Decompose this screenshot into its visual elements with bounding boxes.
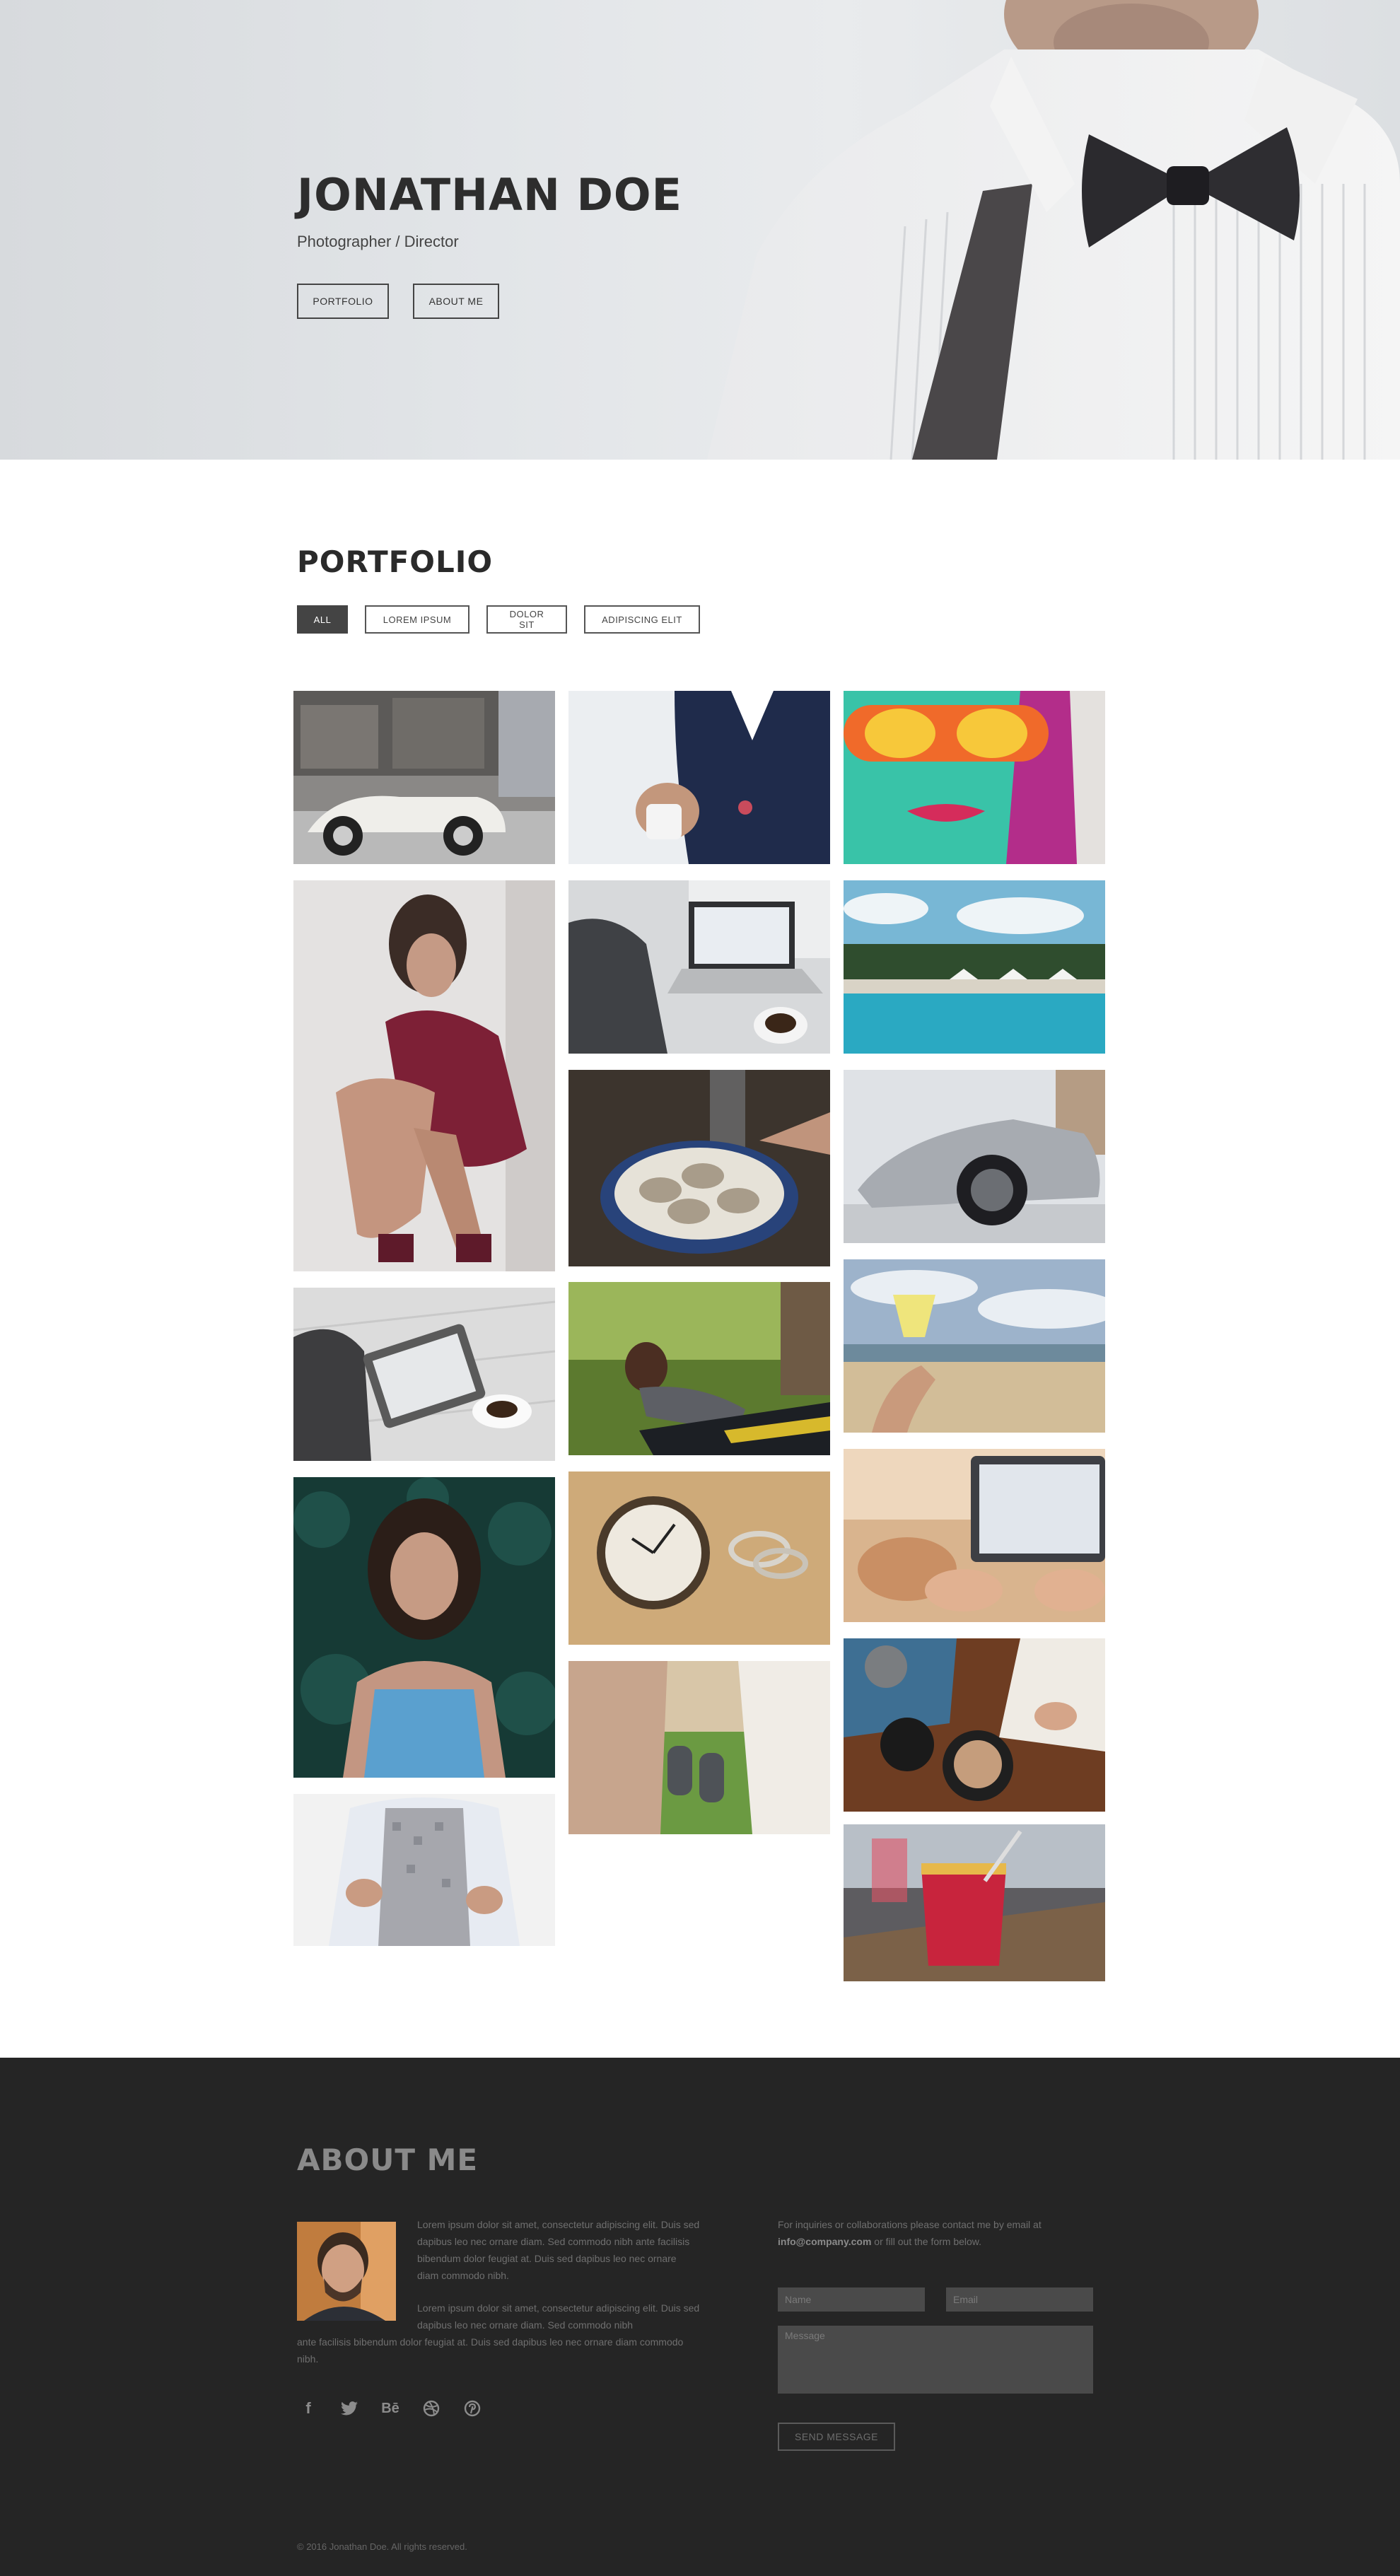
gallery-item-breakfast-table[interactable] [844,1638,1105,1812]
gallery-item-graffiti[interactable] [844,691,1105,864]
gallery-item-baby-shoes[interactable] [568,1661,830,1834]
filter-dolor-sit[interactable]: DOLOR SIT [486,605,567,634]
hero-buttons: PORTFOLIO ABOUT ME [297,284,499,319]
about-title: ABOUT ME [297,2143,479,2177]
about-paragraph-1: Lorem ipsum dolor sit amet, consectetur … [417,2219,700,2281]
gallery-item-man-vest[interactable] [293,1794,555,1946]
message-field[interactable] [778,2326,1093,2394]
hero-name: JONATHAN DOE [297,169,682,221]
gallery-item-woman-leaves[interactable] [293,1477,555,1778]
portfolio-filters: ALL LOREM IPSUM DOLOR SIT ADIPISCING ELI… [297,605,700,634]
contact-text-prefix: For inquiries or collaborations please c… [778,2219,1042,2230]
portfolio-button[interactable]: PORTFOLIO [297,284,389,319]
social-links: f Bē [297,2397,484,2420]
footer-section [0,2058,1400,2576]
hero-photo [707,0,1400,460]
gallery-item-laptop[interactable] [568,880,830,1054]
gallery-item-tablet-coffee[interactable] [293,1288,555,1461]
gallery-item-beach-drink[interactable] [844,1259,1105,1433]
about-me-button[interactable]: ABOUT ME [413,284,499,319]
name-field[interactable] [778,2287,925,2312]
twitter-icon[interactable] [338,2397,361,2420]
about-paragraph-2-line-1: Lorem ipsum dolor sit amet, consectetur … [417,2302,700,2331]
gallery-item-tablet-hands[interactable] [844,1449,1105,1622]
hero-section: JONATHAN DOE Photographer / Director POR… [0,0,1400,460]
contact-text-suffix: or fill out the form below. [874,2236,982,2247]
gallery-item-motorbike-woman[interactable] [568,1282,830,1455]
gallery-item-fashion-model[interactable] [293,880,555,1271]
gallery-item-cocktail[interactable] [844,1824,1105,1981]
filter-adipiscing-elit[interactable]: ADIPISCING ELIT [584,605,700,634]
avatar [297,2222,396,2321]
about-paragraph-2-line-2: ante facilisis bibendum dolor feugiat at… [297,2336,684,2365]
gallery-item-vintage-car[interactable] [293,691,555,864]
copyright-text: © 2016 Jonathan Doe. All rights reserved… [297,2541,467,2552]
hero-subtitle: Photographer / Director [297,233,459,250]
hero-text: JONATHAN DOE Photographer / Director [297,173,682,251]
filter-lorem-ipsum[interactable]: LOREM IPSUM [365,605,469,634]
gallery-item-oysters[interactable] [568,1070,830,1266]
gallery-item-pool[interactable] [844,880,1105,1054]
contact-email[interactable]: info@company.com [778,2236,871,2247]
behance-icon[interactable]: Bē [379,2397,402,2420]
gallery-item-sports-car[interactable] [844,1070,1105,1243]
gallery-item-watch-rings[interactable] [568,1471,830,1645]
facebook-icon[interactable]: f [297,2397,320,2420]
send-message-button[interactable]: SEND MESSAGE [778,2423,895,2451]
gallery-item-man-suit-coffee[interactable] [568,691,830,864]
portfolio-title: PORTFOLIO [297,544,494,579]
contact-text: For inquiries or collaborations please c… [778,2216,1096,2250]
email-field[interactable] [946,2287,1093,2312]
pinterest-icon[interactable] [461,2397,484,2420]
dribbble-icon[interactable] [420,2397,443,2420]
filter-all[interactable]: ALL [297,605,348,634]
